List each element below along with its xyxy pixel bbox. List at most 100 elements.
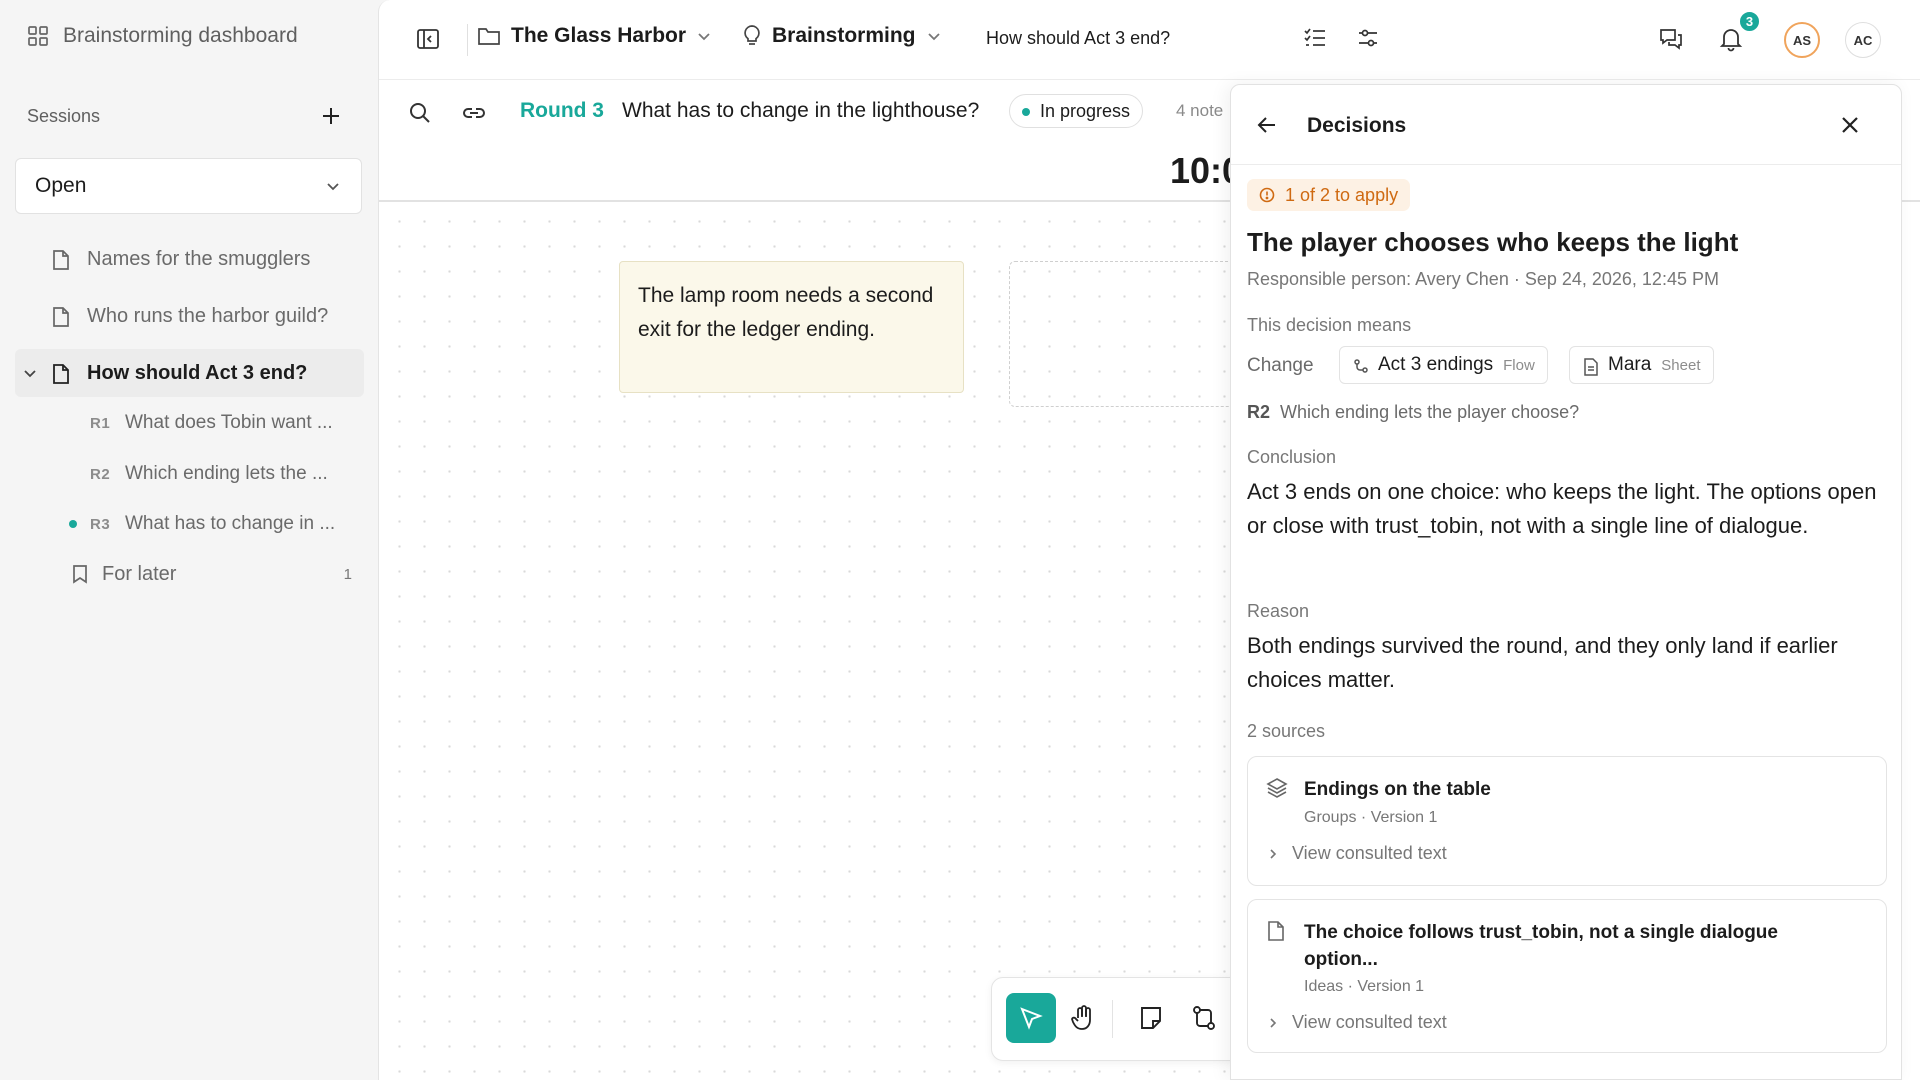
collapse-sidebar-button[interactable] bbox=[415, 26, 441, 52]
round-id: R2 bbox=[90, 465, 111, 483]
conclusion-text: Act 3 ends on one choice: who keeps the … bbox=[1247, 479, 1877, 538]
bell-icon bbox=[1719, 29, 1743, 52]
mode-name: Brainstorming bbox=[772, 24, 916, 47]
toolbar-divider bbox=[1112, 1000, 1113, 1038]
grid-icon bbox=[28, 26, 48, 46]
document-icon bbox=[53, 307, 69, 327]
bookmark-icon bbox=[73, 565, 87, 584]
filters-button[interactable] bbox=[1356, 26, 1380, 50]
change-chip-sheet[interactable]: Mara Sheet bbox=[1569, 346, 1714, 384]
status-badge[interactable]: In progress bbox=[1009, 94, 1144, 128]
change-chip-flow[interactable]: Act 3 endings Flow bbox=[1339, 346, 1548, 384]
avatar[interactable]: AC bbox=[1845, 22, 1881, 58]
panel-header: Decisions bbox=[1231, 85, 1901, 165]
source-meta: Ideas · Version 1 bbox=[1304, 978, 1425, 995]
decision-title: The player chooses who keeps the light bbox=[1247, 227, 1739, 257]
sticky-note[interactable]: The lamp room needs a second exit for th… bbox=[619, 261, 964, 393]
conclusion-label: Conclusion bbox=[1247, 447, 1337, 467]
select-tool-button[interactable] bbox=[1006, 993, 1056, 1043]
view-consulted-text-label: View consulted text bbox=[1292, 1012, 1447, 1032]
change-label: Change bbox=[1247, 355, 1314, 376]
sources-label: 2 sources bbox=[1247, 721, 1326, 741]
round-reference[interactable]: R2 Which ending lets the player choose? bbox=[1247, 402, 1579, 423]
arrow-left-icon bbox=[1257, 117, 1275, 133]
search-icon bbox=[410, 103, 430, 123]
close-button[interactable] bbox=[1839, 114, 1861, 136]
link-icon bbox=[463, 108, 485, 118]
source-card[interactable]: Endings on the table Groups · Version 1 … bbox=[1247, 756, 1887, 886]
source-title: Endings on the table bbox=[1304, 779, 1491, 800]
apply-status-badge: 1 of 2 to apply bbox=[1247, 179, 1411, 211]
source-card[interactable]: The choice follows trust_tobin, not a si… bbox=[1247, 899, 1887, 1053]
add-session-button[interactable] bbox=[315, 100, 347, 132]
view-consulted-text-label: View consulted text bbox=[1292, 843, 1447, 863]
round-question: What has to change in the lighthouse? bbox=[622, 99, 980, 122]
round-reference-question: Which ending lets the player choose? bbox=[1280, 402, 1580, 422]
checklist-button[interactable] bbox=[1303, 26, 1327, 50]
connector-tool-button[interactable] bbox=[1179, 993, 1229, 1043]
chevron-right-icon bbox=[1270, 1017, 1277, 1028]
pan-tool-button[interactable] bbox=[1059, 993, 1109, 1043]
sticky-note-tool-button[interactable] bbox=[1126, 993, 1176, 1043]
flow-icon bbox=[1354, 359, 1368, 373]
comments-button[interactable] bbox=[1658, 26, 1684, 52]
avatar[interactable]: AS bbox=[1784, 22, 1820, 58]
round-item-r3[interactable]: R3 What has to change in ... bbox=[60, 504, 360, 544]
sidebar-item-harbor-guild[interactable]: Who runs the harbor guild? bbox=[15, 292, 364, 340]
sidebar: Brainstorming dashboard Sessions Open Na… bbox=[0, 0, 378, 1080]
chip-type: Sheet bbox=[1661, 356, 1701, 374]
apply-status-text: 1 of 2 to apply bbox=[1285, 184, 1399, 205]
top-bar: The Glass Harbor Brainstorming How shoul… bbox=[379, 0, 1920, 80]
chip-type: Flow bbox=[1503, 356, 1535, 374]
project-selector[interactable]: The Glass Harbor bbox=[477, 24, 712, 48]
checklist-icon bbox=[1304, 28, 1325, 46]
for-later-label: For later bbox=[102, 562, 177, 585]
dashboard-link[interactable]: Brainstorming dashboard bbox=[27, 22, 298, 50]
chevron-down-icon bbox=[927, 33, 940, 41]
cursor-icon bbox=[1020, 1007, 1043, 1030]
document-icon bbox=[53, 250, 69, 270]
copy-link-button[interactable] bbox=[461, 101, 487, 125]
for-later-count: 1 bbox=[343, 565, 352, 583]
active-round-dot bbox=[69, 520, 77, 528]
sheet-icon bbox=[1584, 358, 1598, 376]
round-id: R1 bbox=[90, 414, 111, 432]
session-question[interactable]: How should Act 3 end? bbox=[986, 28, 1170, 49]
chevron-right-icon bbox=[1270, 848, 1277, 859]
round-label: What has to change in ... bbox=[125, 513, 336, 534]
plus-icon bbox=[323, 108, 339, 124]
chevron-down-icon bbox=[327, 183, 339, 191]
search-button[interactable] bbox=[408, 101, 432, 125]
source-title: The choice follows trust_tobin, not a si… bbox=[1304, 922, 1778, 970]
means-label: This decision means bbox=[1247, 315, 1412, 335]
session-filter-select[interactable]: Open bbox=[15, 158, 362, 214]
project-name: The Glass Harbor bbox=[511, 24, 687, 47]
sessions-header: Sessions bbox=[27, 100, 347, 132]
round-label: What does Tobin want ... bbox=[125, 412, 333, 433]
view-consulted-text-button[interactable]: View consulted text bbox=[1268, 1012, 1447, 1033]
chevron-down-icon bbox=[698, 33, 710, 41]
lightbulb-icon bbox=[744, 25, 760, 45]
sidebar-item-act3[interactable]: How should Act 3 end? bbox=[15, 349, 364, 397]
source-meta: Groups · Version 1 bbox=[1304, 809, 1438, 826]
round-item-r2[interactable]: R2 Which ending lets the ... bbox=[60, 454, 360, 494]
chevron-down-icon[interactable] bbox=[22, 365, 38, 381]
sidebar-item-label: How should Act 3 end? bbox=[87, 361, 308, 384]
close-icon bbox=[1842, 117, 1858, 133]
decisions-panel: Decisions 1 of 2 to apply The player cho… bbox=[1230, 84, 1902, 1080]
round-item-r1[interactable]: R1 What does Tobin want ... bbox=[60, 403, 360, 443]
back-button[interactable] bbox=[1256, 114, 1278, 136]
layers-icon bbox=[1266, 778, 1288, 798]
mode-selector[interactable]: Brainstorming bbox=[742, 24, 942, 48]
note-icon bbox=[1141, 1007, 1161, 1029]
session-filter-value: Open bbox=[35, 174, 87, 197]
document-icon bbox=[1268, 921, 1284, 941]
round-reference-id: R2 bbox=[1247, 402, 1271, 422]
notes-count: 4 note bbox=[1176, 101, 1224, 120]
view-consulted-text-button[interactable]: View consulted text bbox=[1268, 843, 1447, 864]
sidebar-item-for-later[interactable]: For later 1 bbox=[60, 556, 356, 592]
decision-meta: Responsible person: Avery Chen · Sep 24,… bbox=[1247, 269, 1719, 289]
sidebar-item-smugglers[interactable]: Names for the smugglers bbox=[15, 235, 364, 283]
dashboard-label: Brainstorming dashboard bbox=[63, 24, 298, 47]
notifications-button[interactable] bbox=[1718, 26, 1744, 52]
